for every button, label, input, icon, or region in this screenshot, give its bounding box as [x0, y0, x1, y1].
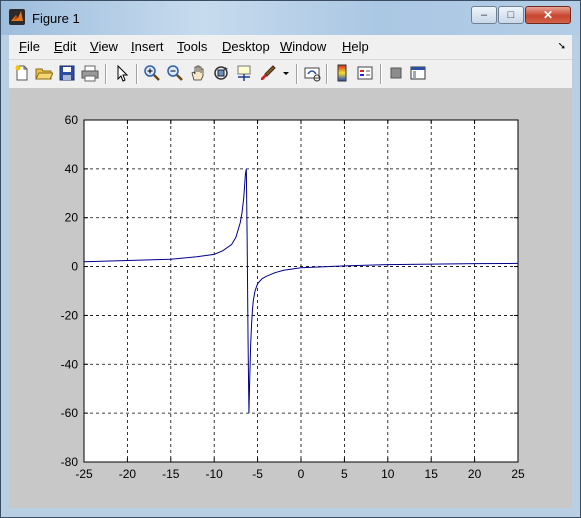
close-icon: ✕	[542, 8, 554, 22]
legend-icon[interactable]	[356, 64, 374, 82]
pan-hand-icon[interactable]	[189, 64, 207, 82]
x-tick-label: -15	[162, 467, 180, 481]
figure-window: Figure 1 – □ ✕ File Edit View Insert Too…	[0, 0, 581, 518]
menu-edit[interactable]: Edit	[54, 39, 76, 54]
zoom-in-icon[interactable]	[143, 64, 161, 82]
pointer-icon[interactable]	[113, 64, 131, 82]
menu-view[interactable]: View	[90, 39, 118, 54]
menu-insert[interactable]: Insert	[131, 39, 164, 54]
colorbar-icon[interactable]	[333, 64, 351, 82]
new-figure-icon[interactable]	[13, 64, 31, 82]
window-title: Figure 1	[32, 11, 80, 26]
y-tick-label: -60	[61, 406, 79, 420]
save-icon[interactable]	[58, 64, 76, 82]
menu-tools[interactable]: Tools	[177, 39, 207, 54]
x-tick-label: 15	[425, 467, 439, 481]
data-cursor-icon[interactable]	[235, 64, 253, 82]
matlab-logo-icon	[9, 9, 25, 25]
open-file-icon[interactable]	[35, 64, 54, 82]
menu-desktop[interactable]: Desktop	[222, 39, 270, 54]
y-tick-label: 20	[65, 211, 79, 225]
print-icon[interactable]	[81, 64, 99, 82]
brush-icon[interactable]	[259, 64, 277, 82]
figure-canvas[interactable]: -25 -20 -15 -10 -5 0 5 10 15 20 25 -80 -60 -40 -20 0 20…	[9, 89, 572, 508]
plot-axes[interactable]: -25 -20 -15 -10 -5 0 5 10 15 20 25 -80 -60 -40 -20 0 20…	[9, 89, 572, 508]
y-tick-labels: -80 -60 -40 -20 0 20 40 60	[61, 113, 79, 469]
dock-arrow-icon[interactable]: ➘	[558, 41, 566, 52]
x-tick-label: 10	[381, 467, 395, 481]
y-tick-label: 40	[65, 162, 79, 176]
hide-plot-tools-icon[interactable]	[387, 64, 405, 82]
toolbar-separator	[296, 64, 298, 84]
show-plot-tools-icon[interactable]	[409, 64, 427, 82]
menu-file[interactable]: File	[19, 39, 40, 54]
x-tick-label: -5	[252, 467, 263, 481]
zoom-out-icon[interactable]	[166, 64, 184, 82]
toolbar-separator	[326, 64, 328, 84]
close-button[interactable]: ✕	[525, 6, 571, 24]
maximize-icon: □	[507, 9, 515, 21]
menu-help[interactable]: Help	[342, 39, 369, 54]
brush-dropdown-icon[interactable]	[281, 64, 291, 82]
menu-window[interactable]: Window	[280, 39, 326, 54]
y-tick-label: -20	[61, 308, 79, 322]
link-plot-icon[interactable]	[303, 64, 321, 82]
rotate-3d-icon[interactable]	[212, 64, 230, 82]
toolbar-separator	[105, 64, 107, 84]
minimize-button[interactable]: –	[471, 6, 497, 24]
x-tick-labels: -25 -20 -15 -10 -5 0 5 10 15 20 25	[75, 467, 525, 481]
minimize-icon: –	[480, 9, 488, 21]
toolbar-separator	[136, 64, 138, 84]
x-tick-label: 5	[341, 467, 348, 481]
menu-bar: File Edit View Insert Tools Desktop Wind…	[9, 35, 572, 60]
maximize-button[interactable]: □	[498, 6, 524, 24]
title-bar[interactable]: Figure 1 – □ ✕	[1, 1, 580, 35]
y-tick-label: 60	[65, 113, 79, 127]
figure-toolbar	[9, 60, 572, 89]
y-tick-label: 0	[71, 260, 78, 274]
y-tick-label: -80	[61, 455, 79, 469]
x-tick-label: -25	[75, 467, 93, 481]
x-tick-label: -20	[119, 467, 137, 481]
x-tick-label: -10	[206, 467, 224, 481]
toolbar-separator	[380, 64, 382, 84]
x-tick-label: 25	[511, 467, 525, 481]
y-tick-label: -40	[61, 357, 79, 371]
x-tick-label: 20	[468, 467, 482, 481]
x-tick-label: 0	[298, 467, 305, 481]
